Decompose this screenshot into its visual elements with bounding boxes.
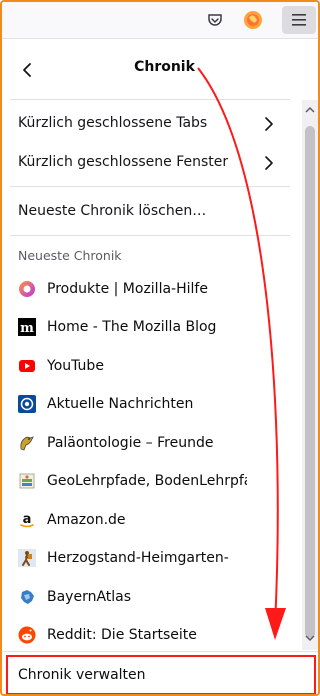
history-item[interactable]: GeoLehrpfade, BodenLehrpfade (2, 462, 302, 500)
menu-item-label: Neueste Chronik löschen… (18, 203, 207, 219)
chevron-right-icon (265, 117, 273, 131)
history-item-label: Reddit: Die Startseite (47, 627, 197, 643)
history-item-label: Produkte | Mozilla-Hilfe (47, 281, 208, 297)
history-item[interactable]: Herzogstand-Heimgarten- (2, 539, 302, 577)
browser-window: Chronik Kürzlich geschlossene Tabs Kürzl… (0, 0, 320, 696)
scrollbar[interactable] (302, 100, 318, 650)
history-item[interactable]: a Amazon.de (2, 501, 302, 539)
manage-history-button[interactable]: Chronik verwalten (6, 655, 316, 694)
history-panel: Chronik Kürzlich geschlossene Tabs Kürzl… (2, 39, 318, 694)
history-item-label: YouTube (47, 358, 104, 374)
chevron-right-icon (265, 156, 273, 170)
history-item[interactable]: m Home - The Mozilla Blog (2, 308, 302, 346)
history-item-label: Amazon.de (47, 512, 126, 528)
hamburger-menu-icon[interactable] (282, 6, 316, 34)
clear-recent-history[interactable]: Neueste Chronik löschen… (2, 192, 302, 230)
firefox-account-icon[interactable] (238, 6, 268, 34)
history-item-label: GeoLehrpfade, BodenLehrpfade (47, 473, 247, 489)
history-item[interactable]: Produkte | Mozilla-Hilfe (2, 270, 302, 308)
history-item[interactable]: YouTube (2, 347, 302, 385)
divider (10, 186, 290, 187)
pocket-icon[interactable] (200, 6, 230, 34)
history-list: Kürzlich geschlossene Tabs Kürzlich gesc… (2, 100, 302, 650)
recently-closed-windows[interactable]: Kürzlich geschlossene Fenster (2, 143, 302, 181)
geolehrpfade-icon (18, 472, 36, 490)
panel-header: Chronik (2, 39, 302, 99)
chevron-left-icon[interactable] (12, 55, 42, 85)
menu-item-label: Kürzlich geschlossene Tabs (18, 115, 208, 131)
history-item-label: Paläontologie – Freunde (47, 435, 214, 451)
scroll-down-icon[interactable] (302, 630, 318, 646)
mozilla-support-icon (18, 280, 36, 298)
paleontology-icon (18, 434, 36, 452)
tagesschau-icon (18, 395, 36, 413)
recently-closed-tabs[interactable]: Kürzlich geschlossene Tabs (2, 104, 302, 142)
history-item-label: Home - The Mozilla Blog (47, 319, 217, 335)
panel-footer: Chronik verwalten (2, 651, 318, 694)
scrollbar-thumb[interactable] (305, 126, 315, 638)
bayern-atlas-icon (18, 588, 36, 606)
scroll-up-icon[interactable] (302, 102, 318, 118)
reddit-icon (18, 626, 36, 644)
panel-title: Chronik (134, 59, 195, 75)
youtube-icon (18, 357, 36, 375)
history-item[interactable]: BayernAtlas (2, 578, 302, 616)
history-item-label: Herzogstand-Heimgarten- (47, 550, 229, 566)
manage-history-label: Chronik verwalten (18, 667, 146, 683)
menu-item-label: Kürzlich geschlossene Fenster (18, 154, 229, 170)
svg-text:m: m (20, 321, 34, 336)
amazon-icon: a (18, 511, 36, 529)
history-item-label: Aktuelle Nachrichten (47, 396, 194, 412)
hiking-icon (18, 549, 36, 567)
history-item[interactable]: Reddit: Die Startseite (2, 616, 302, 650)
history-item-label: BayernAtlas (47, 589, 132, 605)
history-item[interactable]: Aktuelle Nachrichten (2, 385, 302, 423)
svg-text:a: a (23, 512, 32, 527)
history-item[interactable]: Paläontologie – Freunde (2, 424, 302, 462)
recent-history-heading: Neueste Chronik (18, 248, 122, 263)
mozilla-m-icon: m (18, 318, 36, 336)
toolbar (2, 2, 318, 39)
divider (10, 235, 290, 236)
